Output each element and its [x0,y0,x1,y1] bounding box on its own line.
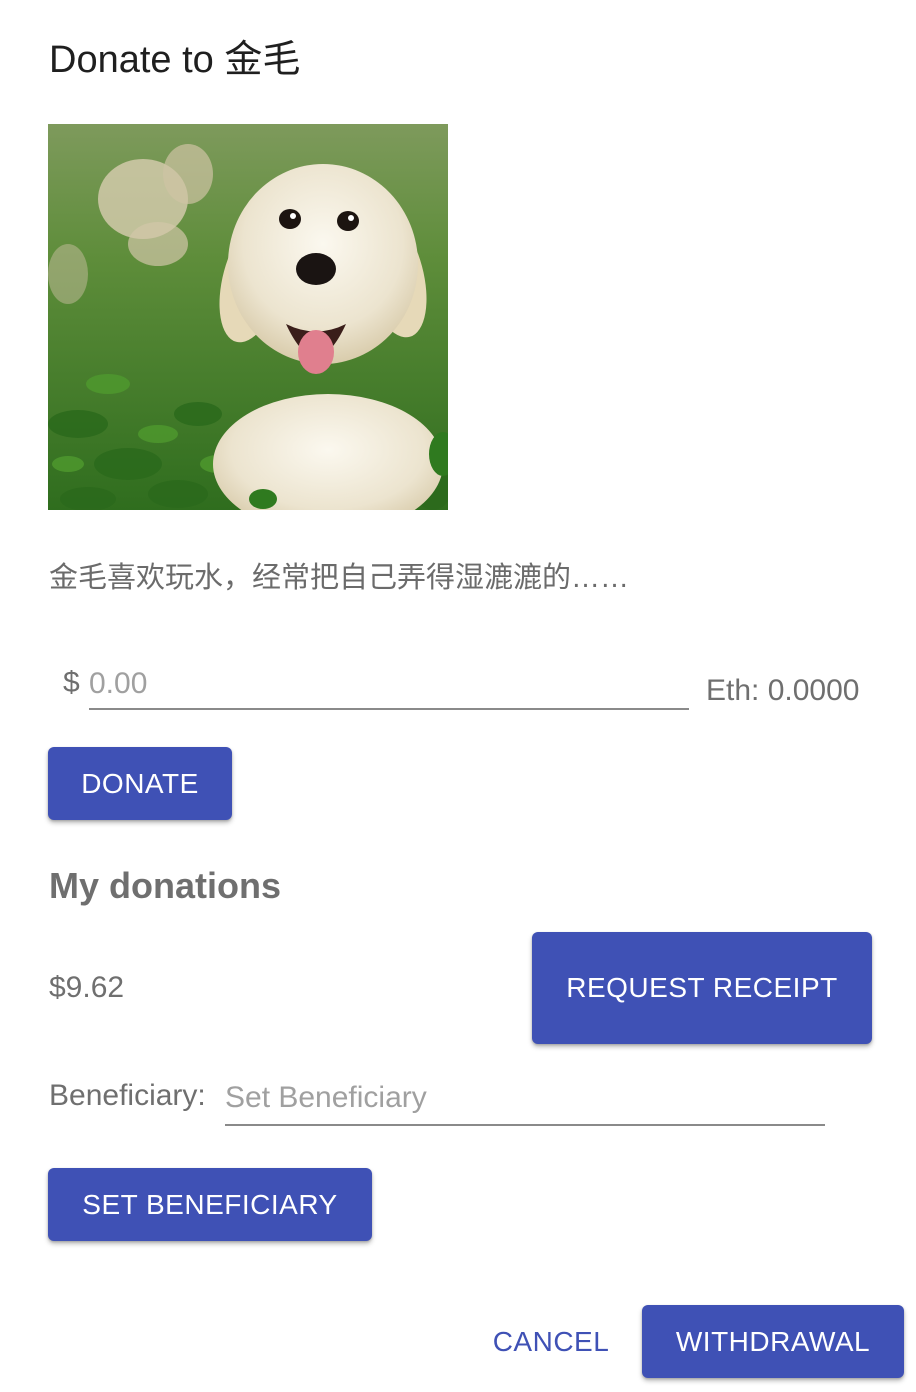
beneficiary-label: Beneficiary: [49,1079,206,1112]
donation-amount-input[interactable] [89,660,689,710]
fundraiser-image [48,124,448,510]
my-donations-heading: My donations [49,865,281,906]
beneficiary-input[interactable] [225,1072,825,1126]
currency-symbol: $ [63,666,80,699]
donation-total: $9.62 [49,971,125,1004]
withdrawal-button[interactable]: WITHDRAWAL [642,1305,904,1378]
cancel-button[interactable]: CANCEL [478,1306,624,1378]
fundraiser-description: 金毛喜欢玩水，经常把自己弄得湿漉漉的…… [49,562,630,594]
eth-conversion: Eth: 0.0000 [706,674,860,707]
set-beneficiary-button[interactable]: SET BENEFICIARY [48,1168,372,1241]
request-receipt-button[interactable]: REQUEST RECEIPT [532,932,872,1044]
dialog-title: Donate to 金毛 [49,39,301,81]
donate-button[interactable]: DONATE [48,747,232,820]
donate-dialog: Donate to 金毛 金毛喜欢玩水，经常把自己弄得湿漉漉的…… $ 0.00… [0,0,916,1392]
